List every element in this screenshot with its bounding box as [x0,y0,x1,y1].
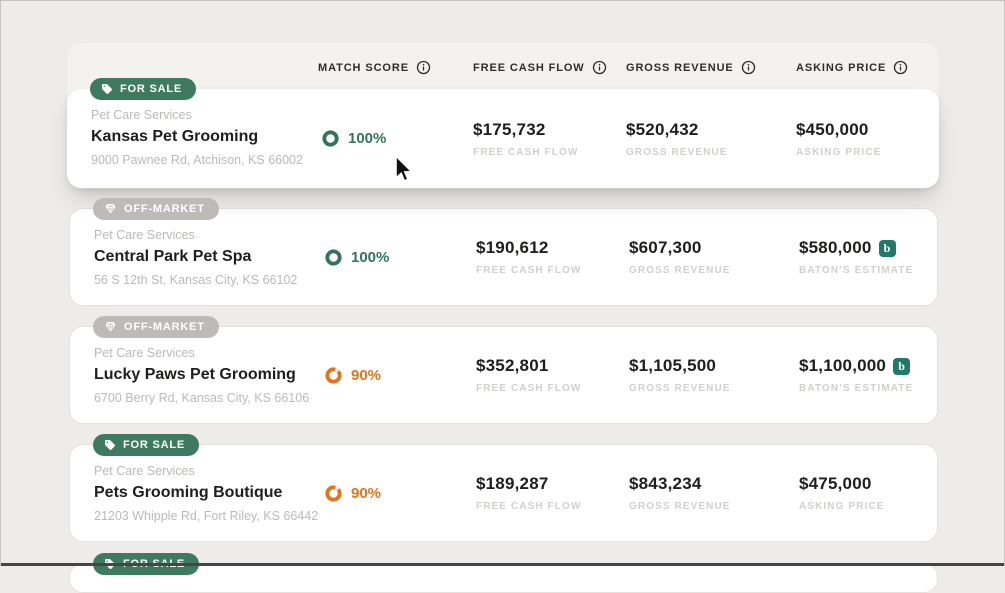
info-icon[interactable] [893,60,908,75]
business-category: Pet Care Services [91,108,192,122]
status-badge: FOR SALE [93,434,200,456]
free-cash-flow-value: $175,732 [473,119,546,139]
business-info: Pet Care Services Pets Grooming Boutique… [94,464,344,523]
status-badge: OFF-MARKET [93,198,219,220]
free-cash-flow-label: FREE CASH FLOW [476,501,582,512]
business-address: 21203 Whipple Rd, Fort Riley, KS 66442 [94,509,319,523]
column-header-match-score: MATCH SCORE [318,60,431,75]
asking-price-cell: $1,100,000 b BATON’S ESTIMATE [799,327,913,423]
business-category: Pet Care Services [94,228,195,242]
business-address: 56 S 12th St, Kansas City, KS 66102 [94,273,298,287]
info-icon[interactable] [416,60,431,75]
column-header-label: ASKING PRICE [796,61,887,74]
status-badge-label: OFF-MARKET [124,203,205,215]
business-address: 9000 Pawnee Rd, Atchison, KS 66002 [91,153,303,167]
asking-price-cell: $475,000 b ASKING PRICE [799,445,884,541]
gross-revenue-cell: $520,432 GROSS REVENUE [626,89,728,188]
asking-price-label: BATON’S ESTIMATE [799,265,914,276]
asking-price-label: ASKING PRICE [796,146,882,158]
listing-card[interactable]: FOR SALE Pet Care Services Pets Grooming… [69,434,938,542]
gross-revenue-value: $843,234 [629,474,702,493]
gross-revenue-value: $520,432 [626,119,699,139]
asking-price-label: BATON’S ESTIMATE [799,383,914,394]
business-category: Pet Care Services [94,464,195,478]
status-badge: FOR SALE [90,78,197,100]
business-info: Pet Care Services Central Park Pet Spa 5… [94,228,344,287]
column-header-label: MATCH SCORE [318,61,409,74]
free-cash-flow-label: FREE CASH FLOW [476,383,582,394]
column-header-gross-revenue: GROSS REVENUE [626,60,756,75]
free-cash-flow-value: $190,612 [476,238,549,257]
gross-revenue-cell: $843,234 GROSS REVENUE [629,445,731,541]
match-score-cell: 100% [324,209,389,305]
business-name: Central Park Pet Spa [94,248,252,265]
free-cash-flow-cell: $190,612 FREE CASH FLOW [476,209,581,305]
match-score-donut-icon [322,130,339,147]
asking-price-value: $1,100,000 [799,356,887,375]
column-header-label: FREE CASH FLOW [473,61,585,74]
business-info: Pet Care Services Lucky Paws Pet Groomin… [94,346,344,405]
baton-estimate-badge: b [893,357,911,375]
gem-icon [104,321,117,333]
match-score-value: 90% [351,484,382,502]
asking-price-label: ASKING PRICE [799,501,885,512]
match-score-value: 100% [348,130,387,147]
column-header-asking-price: ASKING PRICE [796,60,908,75]
listing-card[interactable]: FOR SALE Pet Care Services Kansas Pet Gr… [67,78,939,188]
free-cash-flow-label: FREE CASH FLOW [473,146,579,158]
gross-revenue-value: $1,105,500 [629,356,717,375]
gross-revenue-value: $607,300 [629,238,702,257]
free-cash-flow-cell: $352,801 FREE CASH FLOW [476,327,581,423]
listing-card-partial[interactable]: FOR SALE [69,553,938,593]
status-badge-label: FOR SALE [123,439,186,451]
match-score-value: 90% [351,366,382,384]
column-header-free-cash-flow: FREE CASH FLOW [473,60,607,75]
gross-revenue-label: GROSS REVENUE [629,383,731,394]
match-score-donut-icon [325,366,342,384]
asking-price-cell: $580,000 b BATON’S ESTIMATE [799,209,913,305]
business-category: Pet Care Services [94,346,195,360]
baton-estimate-badge: b [878,239,896,257]
column-header-label: GROSS REVENUE [626,61,734,74]
listing-card[interactable]: OFF-MARKET Pet Care Services Central Par… [69,198,938,306]
status-badge-label: OFF-MARKET [124,321,205,333]
free-cash-flow-cell: $175,732 FREE CASH FLOW [473,89,578,188]
tag-icon [104,439,116,451]
asking-price-cell: $450,000 b ASKING PRICE [796,89,881,188]
match-score-value: 100% [351,248,390,266]
gem-icon [104,203,117,215]
free-cash-flow-value: $189,287 [476,474,549,493]
asking-price-value: $475,000 [799,474,872,493]
tag-icon [101,83,113,95]
status-badge: OFF-MARKET [93,316,219,338]
match-score-cell: 100% [321,89,386,188]
gross-revenue-cell: $607,300 GROSS REVENUE [629,209,731,305]
business-info: Pet Care Services Kansas Pet Grooming 90… [91,108,341,167]
match-score-donut-icon [325,248,342,266]
gross-revenue-cell: $1,105,500 GROSS REVENUE [629,327,731,423]
business-name: Lucky Paws Pet Grooming [94,366,296,383]
gross-revenue-label: GROSS REVENUE [629,501,731,512]
match-score-donut-icon [325,484,342,502]
gross-revenue-label: GROSS REVENUE [629,265,731,276]
match-score-cell: 90% [324,327,381,423]
info-icon[interactable] [592,60,607,75]
asking-price-value: $580,000 [799,238,872,257]
gross-revenue-label: GROSS REVENUE [626,146,728,158]
info-icon[interactable] [741,60,756,75]
status-badge-label: FOR SALE [120,83,183,95]
business-name: Kansas Pet Grooming [91,128,259,145]
business-address: 6700 Berry Rd, Kansas City, KS 66106 [94,391,310,405]
match-score-cell: 90% [324,445,381,541]
free-cash-flow-label: FREE CASH FLOW [476,265,582,276]
asking-price-value: $450,000 [796,119,869,139]
free-cash-flow-cell: $189,287 FREE CASH FLOW [476,445,581,541]
header-row: MATCH SCORE FREE CASH FLOW GROSS REVENUE… [67,60,939,80]
free-cash-flow-value: $352,801 [476,356,549,375]
listing-card[interactable]: OFF-MARKET Pet Care Services Lucky Paws … [69,316,938,424]
business-name: Pets Grooming Boutique [94,484,283,501]
